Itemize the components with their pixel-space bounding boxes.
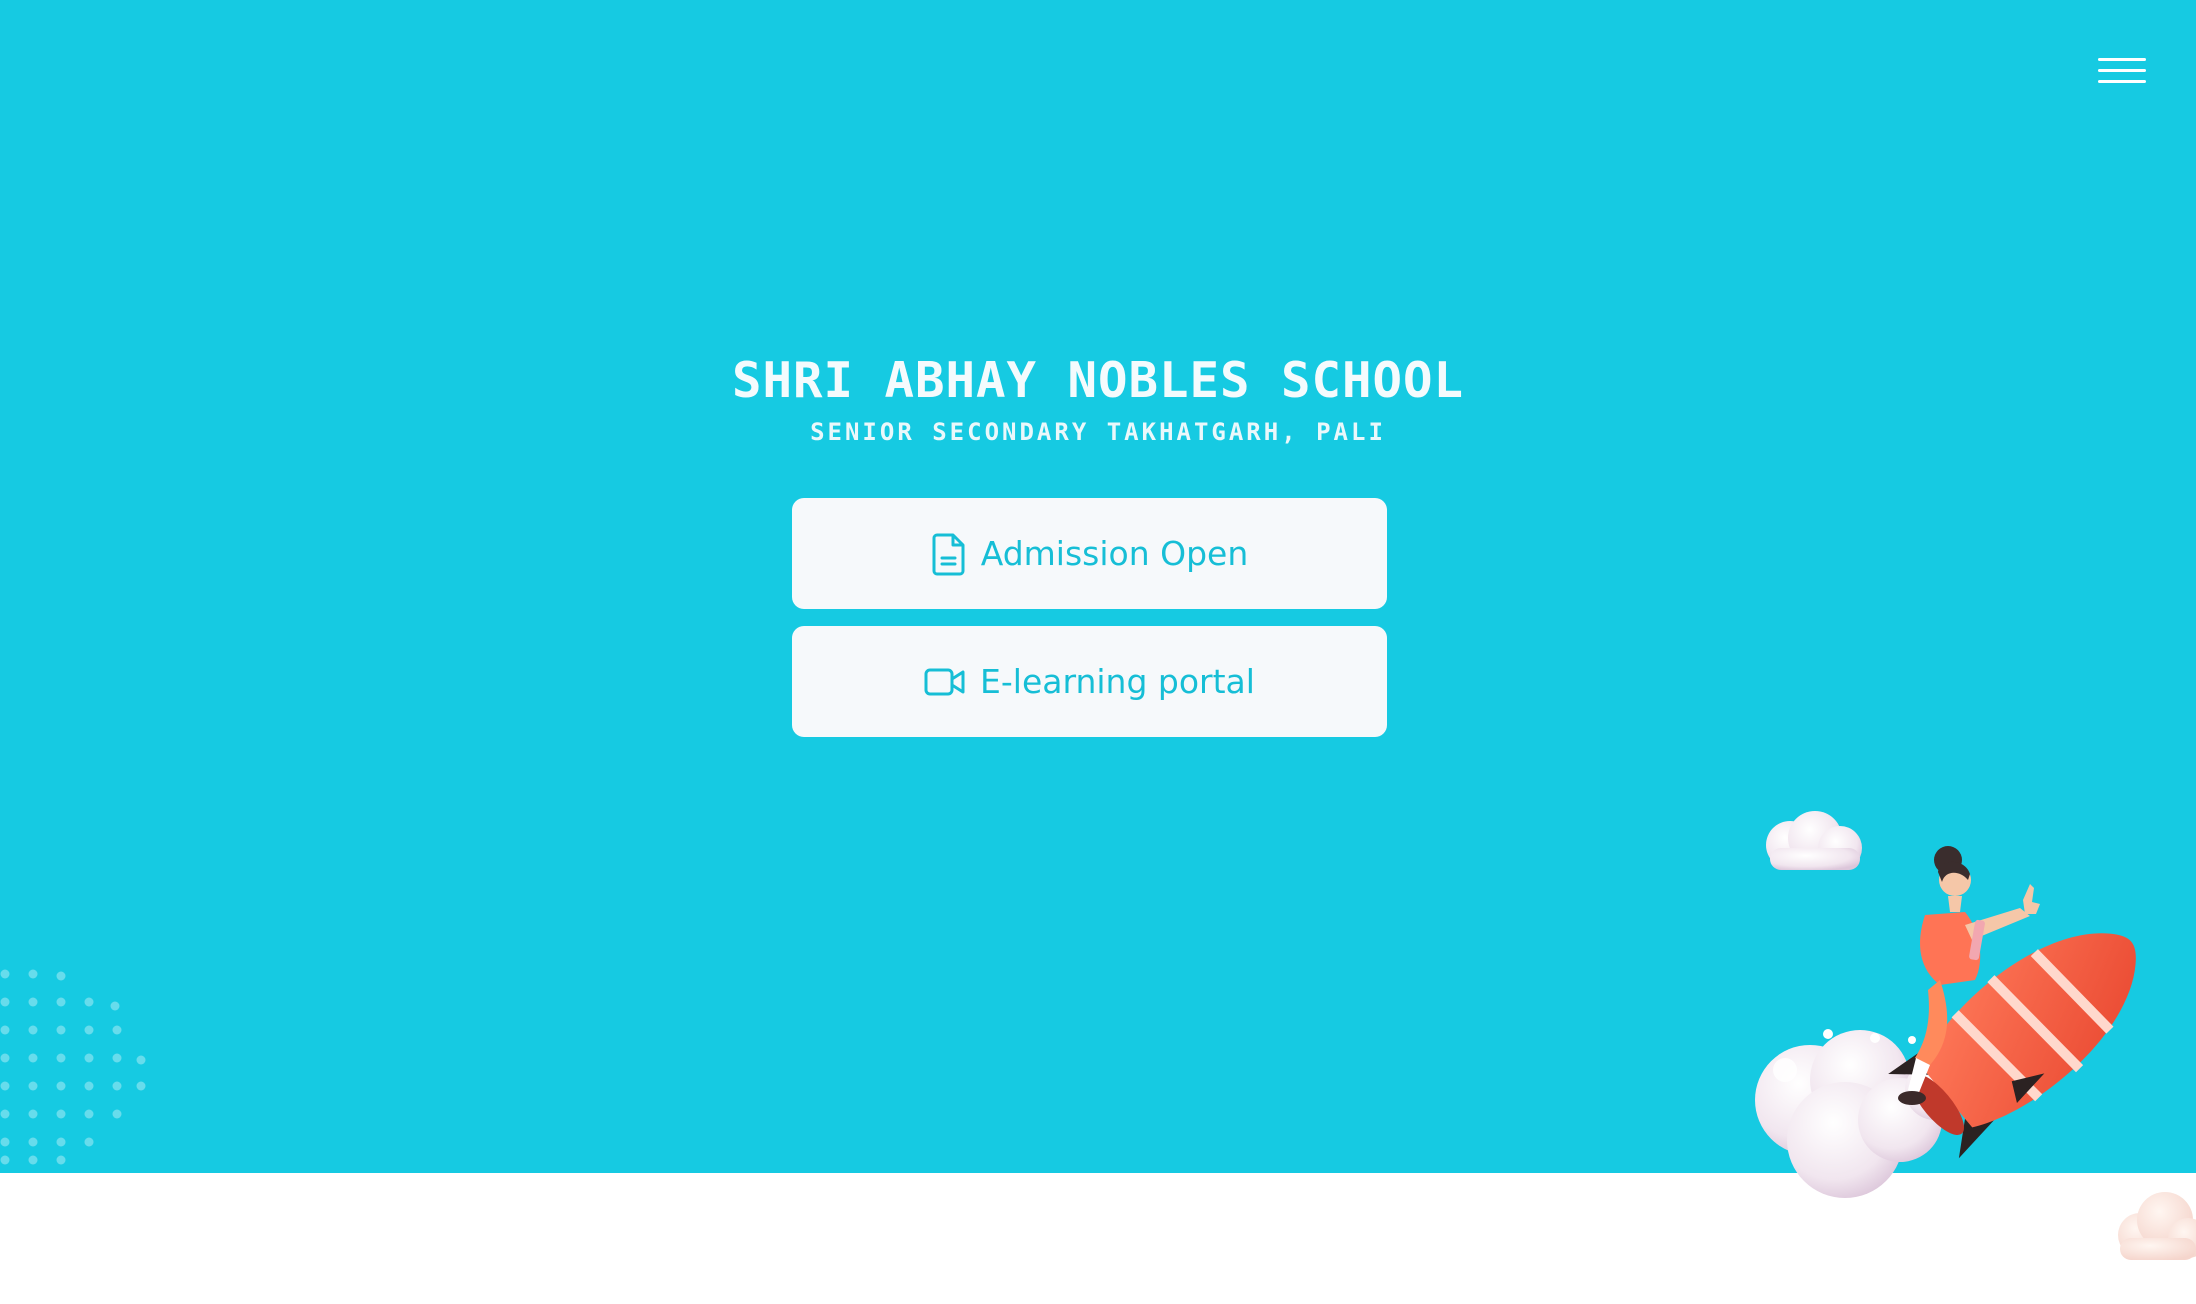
page-subtitle: SENIOR SECONDARY TAKHATGARH, PALI [810, 418, 1386, 446]
hamburger-menu-icon [2098, 58, 2146, 61]
rocket-rider-illustration [1755, 811, 2196, 1260]
cloud-small-bottom [2118, 1192, 2196, 1260]
document-icon [932, 533, 965, 575]
cloud-small-top [1766, 811, 1862, 870]
admission-open-label: Admission Open [980, 534, 1249, 573]
hamburger-menu-button[interactable] [2090, 52, 2154, 92]
e-learning-portal-button[interactable]: E-learning portal [792, 626, 1387, 737]
admission-open-button[interactable]: Admission Open [792, 498, 1387, 609]
hamburger-line [2098, 80, 2146, 83]
dot-pattern-decoration [0, 969, 146, 1165]
e-learning-portal-label: E-learning portal [980, 662, 1255, 701]
video-camera-icon [924, 668, 965, 695]
hamburger-line [2098, 69, 2146, 72]
page-title: SHRI ABHAY NOBLES SCHOOL [731, 352, 1464, 409]
